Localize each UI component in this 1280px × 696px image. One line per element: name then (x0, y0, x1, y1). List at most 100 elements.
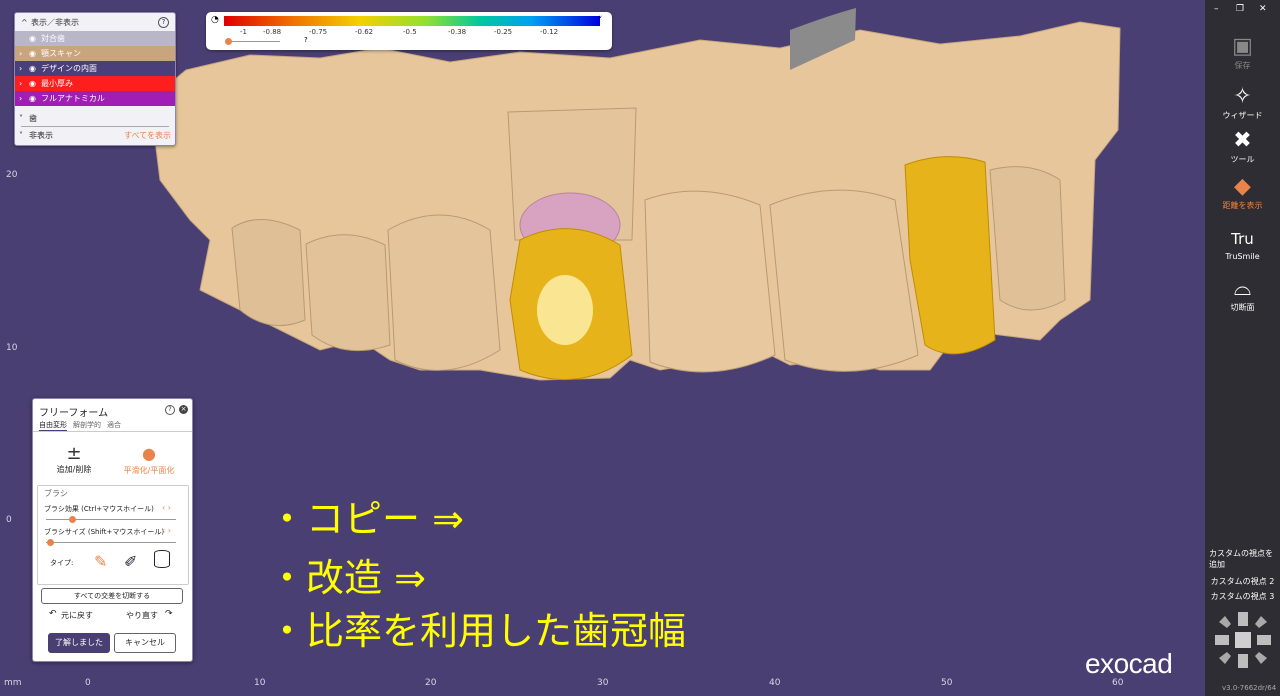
colorbar-tick: -0.5 (403, 28, 417, 36)
chevron-down-icon[interactable]: ˅ (19, 114, 29, 123)
eye-icon[interactable]: ◉ (29, 49, 41, 58)
undo-button[interactable]: 元に戻す (61, 610, 93, 621)
display-panel-header[interactable]: ^ 表示／非表示 ? (15, 13, 175, 31)
brush-round-icon[interactable]: ✐ (124, 552, 137, 571)
layer-row-min-thickness[interactable]: › ◉ 最小厚み (15, 76, 175, 91)
overlay-line: ・改造 ⇒ (268, 556, 426, 600)
color-gradient (224, 16, 600, 26)
droplet-icon: ● (142, 444, 156, 463)
layer-row-full-anatomical[interactable]: › ◉ フルアナトミカル (15, 91, 175, 106)
chevron-right-icon[interactable]: › (19, 79, 29, 88)
tools-label: ツール (1230, 155, 1255, 164)
colorbar-tick: -0.38 (448, 28, 467, 36)
tools-icon: ✖ (1233, 128, 1252, 153)
section-teeth[interactable]: ˅ 歯 (15, 110, 175, 126)
eye-icon[interactable]: ◉ (29, 64, 41, 73)
right-toolbar: – ❐ ✕ ▣ 保存 ✧ ウィザード ✖ ツール ◆ 距離を表示 Tru Tru… (1205, 0, 1280, 696)
save-button[interactable]: ▣ 保存 (1205, 34, 1280, 71)
ruler-x-tick: 30 (597, 678, 609, 688)
question-circle-icon[interactable]: ? (165, 405, 175, 415)
chevron-right-icon[interactable]: › (19, 94, 29, 103)
view-corner-tr (1255, 616, 1267, 628)
layer-row-opposing[interactable]: ◉ 対合歯 (15, 31, 175, 46)
eye-icon[interactable]: ◉ (29, 94, 41, 103)
brush-size-slider[interactable] (46, 539, 176, 546)
eye-icon[interactable]: ◉ (29, 79, 41, 88)
chevron-down-icon[interactable]: ˅ (19, 131, 29, 140)
overlay-line: ・比率を利用した歯冠幅 (268, 609, 687, 653)
layer-row-jaw-scan[interactable]: › ◉ 顎スキャン (15, 46, 175, 61)
section-hidden-label: 非表示 (29, 130, 53, 140)
display-panel-title: 表示／非表示 (31, 17, 79, 27)
cancel-button[interactable]: キャンセル (114, 633, 176, 653)
tooth-4 (644, 190, 776, 373)
tooth-2 (305, 234, 391, 352)
trusmile-button[interactable]: Tru TruSmile (1205, 226, 1280, 261)
layer-label: 最小厚み (41, 79, 73, 88)
tool-label: 追加/削除 (56, 465, 92, 474)
custom-view-2-button[interactable]: カスタムの視点 2 (1205, 576, 1280, 587)
wizard-button[interactable]: ✧ ウィザード (1205, 84, 1280, 121)
ruler-y-tick: 20 (6, 170, 18, 180)
chevron-left-right-icon[interactable]: ‹ › (162, 526, 171, 535)
trusmile-icon: Tru (1231, 230, 1254, 248)
ok-button[interactable]: 了解しました (48, 633, 110, 653)
tool-add-remove[interactable]: ± 追加/削除 (49, 443, 99, 475)
add-custom-view-button[interactable]: カスタムの視点を追加 (1205, 548, 1279, 570)
freeform-panel: フリーフォーム ? × 自由変形 解剖学的 適合 ± 追加/削除 ● 平滑化/平… (32, 398, 193, 662)
undo-arrow-icon[interactable]: ↶ (49, 609, 57, 619)
slider-handle[interactable] (225, 38, 232, 45)
tool-smooth-flatten[interactable]: ● 平滑化/平面化 (119, 443, 179, 476)
type-label: タイプ: (50, 559, 74, 567)
layer-label: デザインの内面 (41, 64, 97, 73)
view-left (1215, 635, 1229, 645)
distance-icon: ◆ (1234, 174, 1251, 199)
brush-size-label: ブラシサイズ (Shift+マウスホイール) (44, 528, 165, 536)
trusmile-label: TruSmile (1225, 252, 1260, 261)
exocad-logo: exocad (1085, 648, 1173, 679)
brush-effect-slider[interactable] (46, 516, 176, 523)
chevron-left-right-icon[interactable]: ‹ › (162, 503, 171, 512)
show-all-link[interactable]: すべてを表示 (124, 130, 171, 141)
section-hidden[interactable]: ˅ 非表示 すべてを表示 (15, 127, 175, 143)
brush-effect-label: ブラシ効果 (Ctrl+マウスホイール) (44, 505, 154, 513)
overlay-line: ・コピー ⇒ (268, 497, 464, 541)
redo-arrow-icon[interactable]: ↷ (165, 609, 173, 619)
slider-handle[interactable] (69, 516, 76, 523)
chevron-up-icon[interactable]: ^ (21, 18, 31, 27)
layer-label: 対合歯 (41, 34, 65, 43)
brush-flat-icon[interactable]: ✎ (94, 552, 107, 571)
custom-view-3-button[interactable]: カスタムの視点 3 (1205, 591, 1280, 602)
colorbar-slider[interactable] (225, 38, 280, 45)
ruler-x-tick: 40 (769, 678, 781, 688)
tools-button[interactable]: ✖ ツール (1205, 128, 1280, 165)
restore-icon[interactable]: ❐ (1236, 4, 1244, 14)
close-icon[interactable]: ✕ (1259, 4, 1267, 14)
chevron-down-icon[interactable]: ˅ (598, 16, 603, 26)
show-distance-button[interactable]: ◆ 距離を表示 (1205, 174, 1280, 211)
chevron-right-icon[interactable]: › (19, 49, 29, 58)
colorbar-tick: -0.25 (494, 28, 513, 36)
view-navigator-icon[interactable] (1213, 610, 1273, 670)
close-icon[interactable]: × (179, 405, 188, 414)
display-panel: ^ 表示／非表示 ? ◉ 対合歯 › ◉ 顎スキャン › ◉ デザインの内面 › ◉ … (14, 12, 176, 146)
minimize-icon[interactable]: – (1214, 4, 1219, 14)
redo-button[interactable]: やり直す (126, 610, 158, 621)
section-teeth-label: 歯 (29, 113, 37, 123)
layer-label: 顎スキャン (41, 49, 81, 58)
3d-viewport[interactable]: 20 10 0 mm 0 10 20 30 40 50 60 ^ 表示／非表示 … (0, 0, 1205, 696)
brush-cylinder-icon[interactable] (154, 550, 170, 568)
question-circle-icon[interactable]: ? (158, 16, 169, 28)
freeform-title: フリーフォーム (39, 408, 109, 419)
chevron-right-icon[interactable]: › (19, 64, 29, 73)
layer-row-design-inner[interactable]: › ◉ デザインの内面 (15, 61, 175, 76)
ruler-y-tick: 0 (6, 515, 12, 525)
eye-icon[interactable]: ◉ (29, 34, 41, 43)
cut-plane-button[interactable]: ⌓ 切断面 (1205, 276, 1280, 313)
tooth-3 (387, 214, 501, 371)
colorbar-tick: -1 (240, 28, 247, 36)
cut-all-intersections-button[interactable]: すべての交差を切断する (41, 588, 183, 604)
ruler-x-tick: 0 (85, 678, 91, 688)
slider-handle[interactable] (47, 539, 54, 546)
gauge-icon[interactable]: ◔ (211, 15, 219, 25)
